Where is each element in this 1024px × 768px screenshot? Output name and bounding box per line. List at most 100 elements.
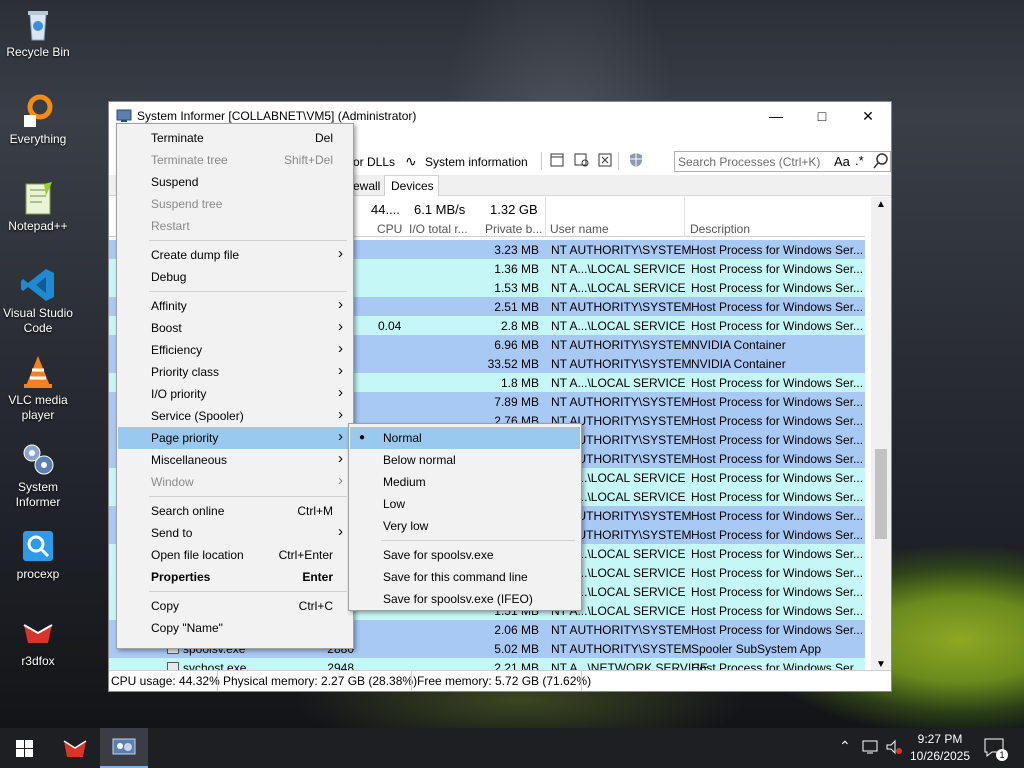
menu-item-shortcut: Enter: [302, 570, 333, 584]
show-dlls-button[interactable]: or DLLs: [353, 155, 395, 169]
menu-item-i-o-priority[interactable]: I/O priority ›: [118, 383, 352, 405]
submenu-item-save-for-spoolsv-exe-ifeo[interactable]: Save for spoolsv.exe (IFEO): [350, 588, 580, 610]
submenu-item-save-for-spoolsv-exe[interactable]: Save for spoolsv.exe: [350, 544, 580, 566]
scroll-up-icon[interactable]: ▲: [876, 199, 886, 210]
column-user-name[interactable]: User name: [550, 222, 609, 236]
submenu-item-save-for-this-command-line[interactable]: Save for this command line: [350, 566, 580, 588]
volume-muted-icon[interactable]: [885, 739, 903, 758]
desktop-icon-r3dfox[interactable]: r3dfox: [0, 615, 76, 669]
window-icon[interactable]: [550, 153, 564, 170]
desktop-icon-procexp[interactable]: procexp: [0, 528, 76, 582]
menu-item-terminate[interactable]: Terminate Del: [118, 127, 352, 149]
cell-user: NT AUTHORITY\SYSTEM: [551, 300, 692, 314]
menu-item-send-to[interactable]: Send to ›: [118, 522, 352, 544]
window-title: System Informer [COLLABNET\VM5] (Adminis…: [137, 109, 417, 123]
submenu-item-medium[interactable]: Medium: [350, 471, 580, 493]
vertical-scrollbar[interactable]: ▲ ▼: [871, 197, 891, 673]
menu-item-window[interactable]: Window ›: [118, 471, 352, 493]
menu-item-page-priority[interactable]: Page priority ›: [118, 427, 352, 449]
search-icon[interactable]: [873, 153, 889, 172]
menu-item-suspend[interactable]: Suspend: [118, 171, 352, 193]
submenu-item-normal[interactable]: ● Normal: [350, 427, 580, 449]
procexp-icon: [20, 528, 56, 564]
menu-item-debug[interactable]: Debug: [118, 266, 352, 288]
desktop-icon-system-informer[interactable]: System Informer: [0, 441, 76, 510]
menu-item-efficiency[interactable]: Efficiency ›: [118, 339, 352, 361]
menu-item-label: Affinity: [151, 299, 187, 313]
menu-item-terminate-tree[interactable]: Terminate tree Shift+Del: [118, 149, 352, 171]
taskbar-system-informer[interactable]: [100, 728, 148, 768]
desktop-icon-label: Recycle Bin: [6, 45, 70, 59]
tab-devices[interactable]: Devices: [391, 179, 434, 193]
menu-item-open-file-location[interactable]: Open file location Ctrl+Enter: [118, 544, 352, 566]
search-box[interactable]: Search Processes (Ctrl+K) Aa .*: [674, 151, 891, 172]
menu-item-label: Terminate: [151, 131, 204, 145]
system-information-button[interactable]: System information: [425, 155, 528, 169]
menu-item-miscellaneous[interactable]: Miscellaneous ›: [118, 449, 352, 471]
scroll-down-icon[interactable]: ▼: [876, 659, 886, 670]
chevron-right-icon: ›: [338, 523, 343, 540]
close-button[interactable]: ✕: [845, 102, 891, 130]
desktop-icon-vscode[interactable]: Visual Studio Code: [0, 267, 76, 336]
menu-item-label: I/O priority: [151, 387, 207, 401]
menu-item-copy[interactable]: Copy Ctrl+C: [118, 595, 352, 617]
menu-item-label: Create dump file: [151, 248, 240, 262]
match-case-toggle[interactable]: Aa: [834, 154, 850, 169]
tray-overflow-icon[interactable]: ⌃: [839, 738, 851, 755]
cell-private: 2.51 MB: [494, 300, 539, 314]
minimize-button[interactable]: —: [753, 102, 799, 130]
menu-item-label: Debug: [151, 270, 187, 284]
taskbar-r3dfox[interactable]: [52, 728, 98, 768]
clock-date[interactable]: 10/26/2025: [908, 749, 972, 763]
menu-item-suspend-tree[interactable]: Suspend tree: [118, 193, 352, 215]
network-icon[interactable]: [862, 739, 880, 758]
chevron-right-icon: ›: [338, 384, 343, 401]
desktop-icon-vlc[interactable]: VLC media player: [0, 354, 76, 423]
clock-time[interactable]: 9:27 PM: [910, 732, 970, 746]
cell-desc: Host Process for Windows Ser...: [691, 566, 864, 580]
column-private-bytes[interactable]: Private b...: [485, 222, 542, 236]
menu-item-copy-name[interactable]: Copy "Name": [118, 617, 352, 639]
cell-desc: Host Process for Windows Ser...: [691, 262, 864, 276]
shield-icon[interactable]: [628, 152, 644, 171]
menu-item-restart[interactable]: Restart: [118, 215, 352, 237]
search-input[interactable]: Search Processes (Ctrl+K): [678, 155, 820, 169]
close-window-icon[interactable]: [598, 153, 612, 170]
start-button[interactable]: [0, 728, 48, 768]
desktop-icon-label: Everything: [9, 132, 67, 146]
menu-item-priority-class[interactable]: Priority class ›: [118, 361, 352, 383]
menu-item-affinity[interactable]: Affinity ›: [118, 295, 352, 317]
submenu-item-below-normal[interactable]: Below normal: [350, 449, 580, 471]
desktop-icon-recycle-bin[interactable]: Recycle Bin: [0, 6, 76, 60]
submenu-item-very-low[interactable]: Very low: [350, 515, 580, 537]
column-io[interactable]: I/O total r...: [409, 222, 468, 236]
cell-user: NT AUTHORITY\SYSTEM: [551, 357, 692, 371]
find-window-icon[interactable]: [574, 153, 590, 170]
menu-item-label: Miscellaneous: [151, 453, 228, 467]
desktop-icon-notepadpp[interactable]: Notepad++: [0, 180, 76, 234]
chevron-right-icon: ›: [338, 428, 343, 445]
submenu-item-low[interactable]: Low: [350, 493, 580, 515]
menu-item-properties[interactable]: Properties Enter: [118, 566, 352, 588]
menu-item-create-dump-file[interactable]: Create dump file ›: [118, 244, 352, 266]
desktop-icon-everything[interactable]: Everything: [0, 93, 76, 147]
cell-private: 1.8 MB: [500, 376, 539, 390]
chevron-right-icon: ›: [338, 406, 343, 423]
tab-firewall[interactable]: ewall: [353, 179, 380, 193]
cell-desc: Host Process for Windows Ser...: [691, 490, 864, 504]
menu-item-label: Open file location: [151, 548, 244, 562]
column-description[interactable]: Description: [690, 222, 750, 236]
cell-private: 5.02 MB: [494, 642, 539, 656]
menu-item-search-online[interactable]: Search online Ctrl+M: [118, 500, 352, 522]
menu-item-label: Boost: [151, 321, 182, 335]
menu-item-boost[interactable]: Boost ›: [118, 317, 352, 339]
column-cpu[interactable]: CPU: [377, 222, 402, 236]
cell-private: 2.8 MB: [500, 319, 539, 333]
status-divider: [411, 671, 412, 691]
menu-item-service-spooler[interactable]: Service (Spooler) ›: [118, 405, 352, 427]
scroll-thumb[interactable]: [875, 449, 887, 539]
maximize-button[interactable]: □: [799, 102, 845, 130]
menu-item-label: Terminate tree: [151, 153, 228, 167]
regex-toggle[interactable]: .*: [855, 153, 864, 168]
menu-item-label: Priority class: [151, 365, 220, 379]
